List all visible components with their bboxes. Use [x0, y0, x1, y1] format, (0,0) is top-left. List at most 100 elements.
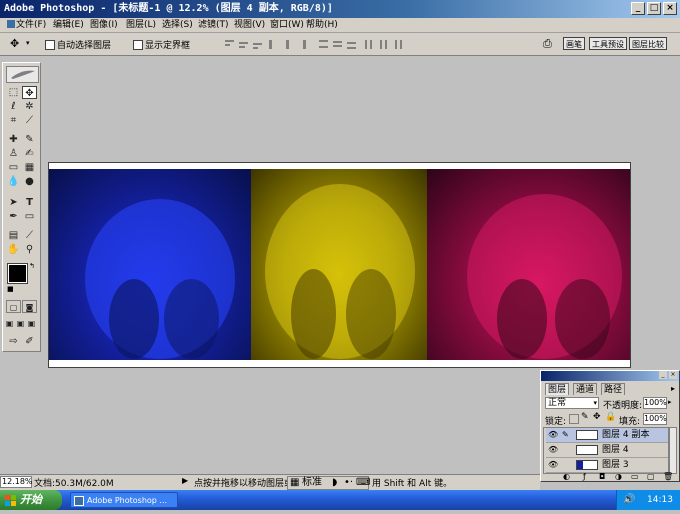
new-group-icon[interactable]: ▭: [631, 472, 639, 481]
photoshop-feather-logo[interactable]: [6, 66, 39, 83]
layer-mask-icon[interactable]: ◘: [599, 472, 605, 481]
opacity-input[interactable]: 100%: [643, 397, 667, 409]
distribute-bottom-icon[interactable]: [346, 38, 357, 49]
file-browser-icon[interactable]: ⎙: [543, 37, 552, 51]
hand-tool-icon[interactable]: ✋: [6, 243, 21, 256]
default-colors-icon[interactable]: ■: [7, 285, 14, 293]
type-tool-icon[interactable]: T: [22, 196, 37, 209]
visibility-eye-icon[interactable]: 👁: [548, 460, 558, 470]
layer-row-4[interactable]: 👁 图层 4: [546, 443, 668, 458]
auto-select-layer-checkbox[interactable]: [45, 40, 55, 50]
notes-tool-icon[interactable]: ▤: [6, 229, 21, 242]
menu-window[interactable]: 窗口(W): [270, 18, 304, 32]
magic-wand-tool-icon[interactable]: ✲: [22, 100, 37, 113]
link-layers-icon[interactable]: ◐: [563, 472, 570, 481]
clone-stamp-tool-icon[interactable]: ♙: [6, 147, 21, 160]
lock-transparent-icon[interactable]: [569, 414, 579, 424]
layer-row-4-copy[interactable]: 👁 ✎ 图层 4 副本: [546, 428, 668, 443]
menu-layer[interactable]: 图层(L): [126, 18, 156, 32]
minimize-button[interactable]: _: [631, 2, 645, 15]
ime-keyboard-icon[interactable]: ⌨: [356, 477, 370, 489]
app-icon[interactable]: [6, 18, 16, 30]
blend-mode-select[interactable]: 正常 ▾: [545, 397, 599, 409]
tool-preset-dropdown-icon[interactable]: ▾: [26, 39, 30, 47]
show-bounding-box-checkbox[interactable]: [133, 40, 143, 50]
palette-tab-tool-presets[interactable]: 工具预设: [589, 37, 627, 50]
menu-edit[interactable]: 编辑(E): [53, 18, 84, 32]
distribute-vcenter-icon[interactable]: [332, 38, 343, 49]
healing-brush-tool-icon[interactable]: ✚: [6, 133, 21, 146]
layer-row-3[interactable]: 👁 图层 3: [546, 458, 668, 473]
palette-tab-layer-comps[interactable]: 图层比较: [629, 37, 667, 50]
screen-mode-standard-icon[interactable]: ▣: [4, 317, 15, 330]
lasso-tool-icon[interactable]: ℓ: [6, 100, 21, 113]
standard-mode-icon[interactable]: ▢: [6, 300, 21, 313]
tab-channels[interactable]: 通道: [573, 383, 598, 395]
palette-minimize-icon[interactable]: _: [659, 371, 667, 379]
clock[interactable]: 14:13: [647, 490, 673, 510]
distribute-top-icon[interactable]: [318, 38, 329, 49]
start-button[interactable]: 开始: [0, 490, 62, 510]
menu-view[interactable]: 视图(V): [234, 18, 265, 32]
menu-filter[interactable]: 滤镜(T): [198, 18, 229, 32]
move-tool-icon-selected[interactable]: ✥: [22, 86, 37, 99]
fill-input[interactable]: 100%: [643, 413, 667, 425]
menu-file[interactable]: 文件(F): [16, 18, 46, 32]
brush-link-icon[interactable]: ✎: [562, 430, 569, 439]
swap-colors-icon[interactable]: ↰: [29, 262, 35, 270]
visibility-eye-icon[interactable]: 👁: [548, 430, 558, 440]
imageready-logo-icon[interactable]: ✐: [22, 335, 37, 348]
align-left-icon[interactable]: [268, 38, 279, 49]
pen-tool-icon[interactable]: ✒: [6, 210, 21, 223]
taskbar-button-photoshop[interactable]: Adobe Photoshop ...: [70, 492, 178, 508]
brush-tool-icon[interactable]: ✎: [22, 133, 37, 146]
palette-menu-icon[interactable]: ▸: [671, 384, 675, 393]
eyedropper-tool-icon[interactable]: ⟋: [22, 229, 37, 242]
screen-mode-full-menu-icon[interactable]: ▣: [15, 317, 26, 330]
palette-close-icon[interactable]: ×: [669, 371, 677, 379]
align-top-icon[interactable]: [224, 38, 235, 49]
tab-layers[interactable]: 图层: [545, 383, 570, 395]
ime-mode[interactable]: 标准: [302, 477, 322, 489]
history-brush-tool-icon[interactable]: ✍: [22, 147, 37, 160]
distribute-right-icon[interactable]: [392, 38, 403, 49]
slice-tool-icon[interactable]: ⟋: [22, 114, 37, 127]
ime-logo-icon[interactable]: ▦: [290, 477, 299, 489]
tab-paths[interactable]: 路径: [601, 383, 626, 395]
menu-help[interactable]: 帮助(H): [306, 18, 338, 32]
document-canvas[interactable]: [48, 162, 631, 368]
layer-style-icon[interactable]: ƒ: [583, 472, 586, 481]
foreground-color-swatch[interactable]: [7, 263, 28, 284]
align-hcenter-icon[interactable]: [282, 38, 293, 49]
menu-image[interactable]: 图像(I): [90, 18, 118, 32]
align-vcenter-icon[interactable]: [238, 38, 249, 49]
close-button[interactable]: ×: [663, 2, 677, 15]
layer-list-scrollbar[interactable]: [669, 427, 677, 474]
visibility-eye-icon[interactable]: 👁: [548, 445, 558, 455]
zoom-tool-icon[interactable]: ⚲: [22, 243, 37, 256]
lock-all-icon[interactable]: 🔒: [605, 412, 616, 422]
quick-mask-mode-icon[interactable]: ◙: [22, 300, 37, 313]
ime-punctuation-icon[interactable]: •·: [344, 477, 353, 489]
zoom-input[interactable]: 12.18%: [0, 476, 33, 488]
volume-icon[interactable]: 🔊: [623, 490, 635, 510]
move-tool-icon[interactable]: ✥: [10, 37, 19, 50]
distribute-hcenter-icon[interactable]: [378, 38, 389, 49]
distribute-left-icon[interactable]: [364, 38, 375, 49]
palette-tab-brushes[interactable]: 画笔: [563, 37, 585, 50]
new-layer-icon[interactable]: ▢: [647, 472, 655, 481]
path-selection-tool-icon[interactable]: ➤: [6, 196, 21, 209]
menu-select[interactable]: 选择(S): [162, 18, 193, 32]
opacity-slider-arrow-icon[interactable]: ▸: [668, 398, 672, 406]
eraser-tool-icon[interactable]: ▭: [6, 161, 21, 174]
jump-to-imageready-icon[interactable]: ⇨: [6, 335, 21, 348]
align-right-icon[interactable]: [296, 38, 307, 49]
maximize-button[interactable]: □: [647, 2, 661, 15]
shape-tool-icon[interactable]: ▭: [22, 210, 37, 223]
adjustment-layer-icon[interactable]: ◑: [615, 472, 622, 481]
blur-tool-icon[interactable]: 💧: [6, 175, 21, 188]
crop-tool-icon[interactable]: ⌗: [6, 114, 21, 127]
palette-title-bar[interactable]: _ ×: [541, 371, 679, 381]
delete-layer-icon[interactable]: 🗑: [663, 472, 673, 481]
dodge-tool-icon[interactable]: ●: [22, 175, 37, 188]
